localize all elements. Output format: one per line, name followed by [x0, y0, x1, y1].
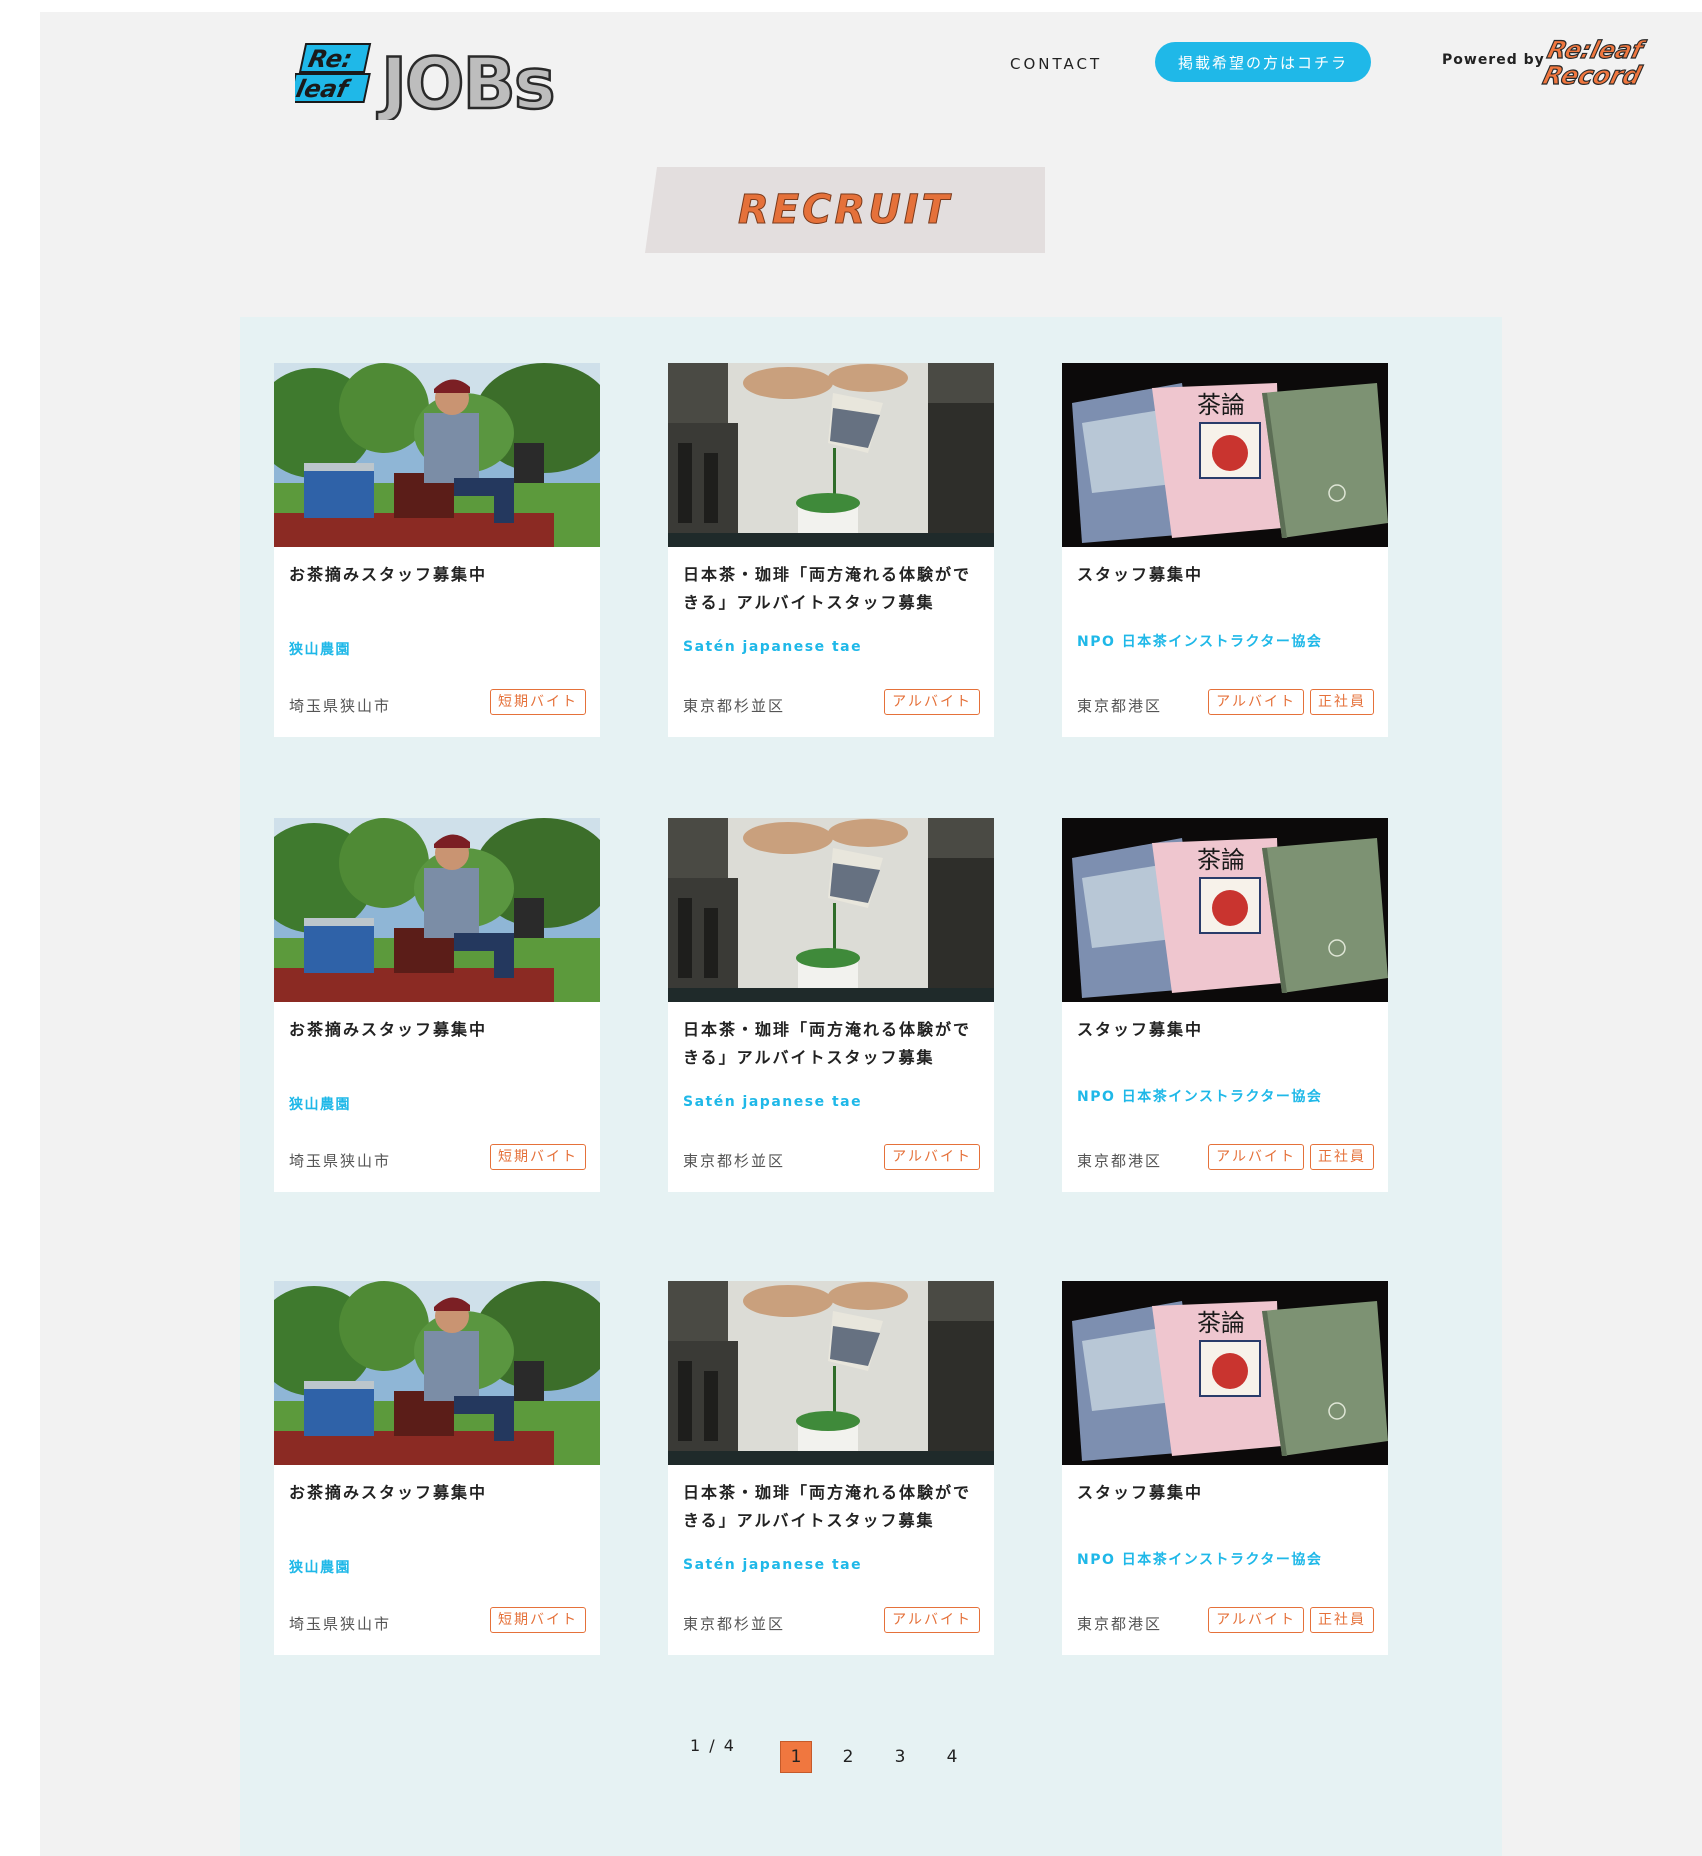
job-company[interactable]: Satén japanese tae — [683, 639, 983, 655]
job-title[interactable]: お茶摘みスタッフ募集中 — [289, 1016, 589, 1044]
svg-text:茶論: 茶論 — [1197, 1309, 1245, 1337]
employment-type-tag: アルバイト — [1208, 1607, 1304, 1633]
job-company[interactable]: Satén japanese tae — [683, 1094, 983, 1110]
job-tags: アルバイト 正社員 — [1208, 1144, 1374, 1170]
job-title[interactable]: スタッフ募集中 — [1077, 561, 1377, 589]
job-title[interactable]: 日本茶・珈琲「両方淹れる体験ができる」アルバイトスタッフ募集 — [683, 561, 983, 617]
job-thumbnail-image[interactable] — [668, 363, 994, 547]
job-location: 東京都杉並区 — [683, 697, 786, 715]
svg-text:茶論: 茶論 — [1197, 391, 1245, 419]
job-title[interactable]: スタッフ募集中 — [1077, 1479, 1377, 1507]
job-tags: アルバイト — [884, 689, 980, 715]
job-thumbnail-image[interactable] — [274, 1281, 600, 1465]
job-company[interactable]: 狭山農園 — [289, 639, 589, 659]
svg-text:Re:: Re: — [306, 44, 355, 73]
job-card[interactable]: お茶摘みスタッフ募集中狭山農園埼玉県狭山市 短期バイト — [274, 1281, 600, 1655]
job-tags: 短期バイト — [490, 1144, 586, 1170]
job-card[interactable]: 茶論 スタッフ募集中 NPO 日本茶インストラクター協会 東京都港区 アルバイト 正社員 — [1062, 363, 1388, 737]
job-company[interactable]: 狭山農園 — [289, 1094, 589, 1114]
job-card[interactable]: 日本茶・珈琲「両方淹れる体験ができる」アルバイトスタッフ募集 Satén japa… — [668, 1281, 994, 1655]
employment-type-tag: アルバイト — [1208, 1144, 1304, 1170]
job-card[interactable]: 日本茶・珈琲「両方淹れる体験ができる」アルバイトスタッフ募集 Satén japa… — [668, 363, 994, 737]
job-company[interactable]: Satén japanese tae — [683, 1557, 983, 1573]
nav-contact-link[interactable]: CONTACT — [1010, 55, 1102, 73]
job-thumbnail-image[interactable] — [668, 1281, 994, 1465]
job-location: 東京都杉並区 — [683, 1152, 786, 1170]
job-tags: 短期バイト — [490, 689, 586, 715]
job-company[interactable]: 狭山農園 — [289, 1557, 589, 1577]
job-company[interactable]: NPO 日本茶インストラクター協会 — [1077, 1549, 1377, 1569]
employment-type-tag: 短期バイト — [490, 1607, 586, 1633]
listing-request-button[interactable]: 掲載希望の方はコチラ — [1155, 42, 1371, 82]
job-title[interactable]: 日本茶・珈琲「両方淹れる体験ができる」アルバイトスタッフ募集 — [683, 1016, 983, 1072]
powered-by-label: Powered by — [1442, 52, 1545, 68]
job-location: 東京都杉並区 — [683, 1615, 786, 1633]
job-title[interactable]: お茶摘みスタッフ募集中 — [289, 1479, 589, 1507]
employment-type-tag: 正社員 — [1310, 689, 1374, 715]
employment-type-tag: アルバイト — [884, 1144, 980, 1170]
employment-type-tag: アルバイト — [884, 1607, 980, 1633]
job-title[interactable]: 日本茶・珈琲「両方淹れる体験ができる」アルバイトスタッフ募集 — [683, 1479, 983, 1535]
job-thumbnail-image[interactable]: 茶論 — [1062, 1281, 1388, 1465]
job-location: 埼玉県狭山市 — [289, 697, 392, 715]
section-title: RECRUIT — [738, 187, 952, 234]
svg-text:Record: Record — [1540, 60, 1645, 90]
job-tags: アルバイト 正社員 — [1208, 689, 1374, 715]
job-card[interactable]: 茶論 スタッフ募集中 NPO 日本茶インストラクター協会 東京都港区 アルバイト 正社員 — [1062, 1281, 1388, 1655]
pagination-page-2[interactable]: 2 — [832, 1741, 864, 1773]
job-thumbnail-image[interactable] — [274, 363, 600, 547]
job-title[interactable]: お茶摘みスタッフ募集中 — [289, 561, 589, 589]
job-company[interactable]: NPO 日本茶インストラクター協会 — [1077, 1086, 1377, 1106]
page-background: Re: leaf JOBs CONTACT 掲載希望の方はコチラ Powered… — [40, 12, 1702, 1856]
job-location: 埼玉県狭山市 — [289, 1615, 392, 1633]
job-tags: アルバイト — [884, 1607, 980, 1633]
svg-text:JOBs: JOBs — [377, 43, 554, 120]
employment-type-tag: アルバイト — [1208, 689, 1304, 715]
pagination-page-3[interactable]: 3 — [884, 1741, 916, 1773]
svg-text:leaf: leaf — [295, 74, 354, 103]
job-tags: アルバイト 正社員 — [1208, 1607, 1374, 1633]
svg-text:茶論: 茶論 — [1197, 846, 1245, 874]
job-tags: 短期バイト — [490, 1607, 586, 1633]
job-location: 東京都港区 — [1077, 1615, 1163, 1633]
job-location: 東京都港区 — [1077, 1152, 1163, 1170]
job-card[interactable]: お茶摘みスタッフ募集中狭山農園埼玉県狭山市 短期バイト — [274, 363, 600, 737]
site-logo[interactable]: Re: leaf JOBs — [295, 30, 575, 120]
job-thumbnail-image[interactable] — [274, 818, 600, 1002]
job-company[interactable]: NPO 日本茶インストラクター協会 — [1077, 631, 1377, 651]
employment-type-tag: アルバイト — [884, 689, 980, 715]
job-card[interactable]: 日本茶・珈琲「両方淹れる体験ができる」アルバイトスタッフ募集 Satén japa… — [668, 818, 994, 1192]
job-thumbnail-image[interactable] — [668, 818, 994, 1002]
employment-type-tag: 短期バイト — [490, 689, 586, 715]
job-thumbnail-image[interactable]: 茶論 — [1062, 818, 1388, 1002]
employment-type-tag: 正社員 — [1310, 1607, 1374, 1633]
job-card[interactable]: 茶論 スタッフ募集中 NPO 日本茶インストラクター協会 東京都港区 アルバイト 正社員 — [1062, 818, 1388, 1192]
employment-type-tag: 正社員 — [1310, 1144, 1374, 1170]
partner-logo[interactable]: Re:leaf Record — [1540, 34, 1670, 92]
pagination-page-4[interactable]: 4 — [936, 1741, 968, 1773]
job-location: 東京都港区 — [1077, 697, 1163, 715]
job-thumbnail-image[interactable]: 茶論 — [1062, 363, 1388, 547]
job-card[interactable]: お茶摘みスタッフ募集中狭山農園埼玉県狭山市 短期バイト — [274, 818, 600, 1192]
employment-type-tag: 短期バイト — [490, 1144, 586, 1170]
pagination-page-1[interactable]: 1 — [780, 1741, 812, 1773]
job-tags: アルバイト — [884, 1144, 980, 1170]
job-location: 埼玉県狭山市 — [289, 1152, 392, 1170]
job-title[interactable]: スタッフ募集中 — [1077, 1016, 1377, 1044]
pagination-info: 1 / 4 — [690, 1736, 736, 1755]
